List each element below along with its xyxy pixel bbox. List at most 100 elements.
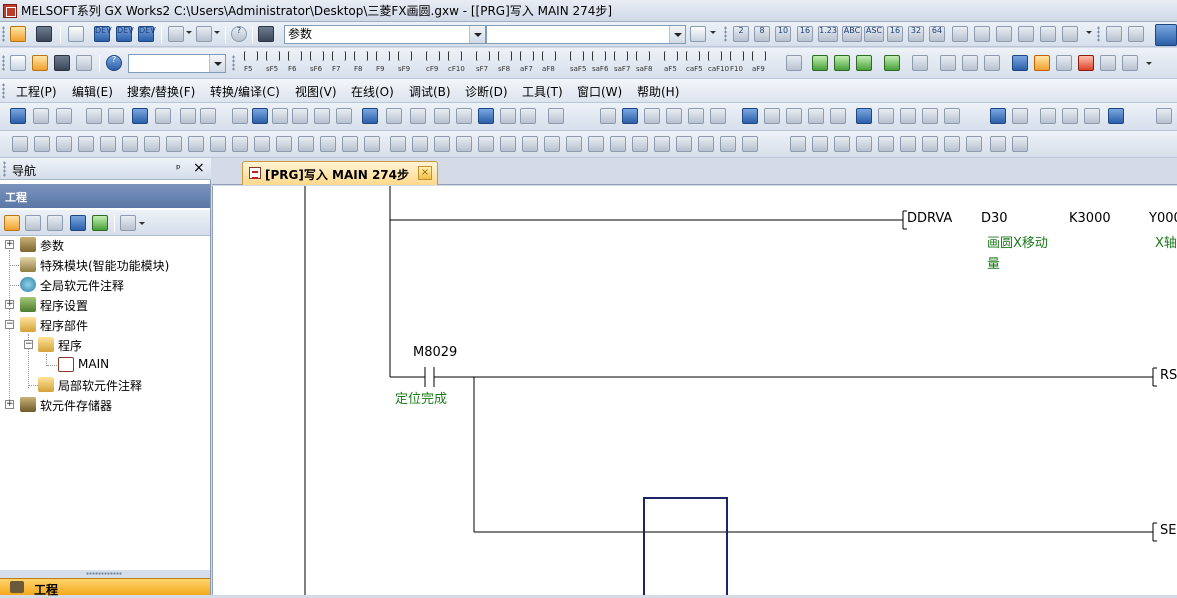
- ladder-draw-icon[interactable]: [390, 136, 406, 152]
- edit-tool-icon[interactable]: [410, 108, 426, 124]
- search-combo[interactable]: [128, 54, 226, 73]
- ladder-symbol-icon[interactable]: [686, 51, 700, 61]
- ladder-draw-icon[interactable]: [320, 136, 336, 152]
- tool-e-icon[interactable]: [1040, 26, 1056, 42]
- project-section-header[interactable]: 工程: [0, 184, 210, 208]
- edit-tool-icon[interactable]: [33, 108, 49, 124]
- edit-tool-icon[interactable]: [478, 108, 494, 124]
- edit-tool-icon[interactable]: [456, 108, 472, 124]
- project-bottom-tab[interactable]: 工程: [0, 578, 210, 597]
- ladder-draw-icon[interactable]: [342, 136, 358, 152]
- help-icon[interactable]: ?: [231, 26, 247, 42]
- tab-main-program[interactable]: [PRG]写入 MAIN 274步 ×: [242, 161, 438, 185]
- edit-tool-icon[interactable]: [900, 108, 916, 124]
- instruction-mnemonic[interactable]: DDRVA: [907, 211, 952, 226]
- ladder-draw-icon[interactable]: [544, 136, 560, 152]
- ladder-draw-icon[interactable]: [56, 136, 72, 152]
- ladder-symbol-icon[interactable]: [266, 51, 280, 61]
- ladder-draw-icon[interactable]: [12, 136, 28, 152]
- edit-tool-icon[interactable]: [252, 108, 268, 124]
- ladder-draw-icon[interactable]: [676, 136, 692, 152]
- tool-d-icon[interactable]: [1018, 26, 1034, 42]
- ladder-symbol-icon[interactable]: [752, 51, 766, 61]
- coil-rs-label[interactable]: RS: [1160, 368, 1177, 383]
- ladder-draw-icon[interactable]: [100, 136, 116, 152]
- edit-tool-icon[interactable]: [830, 108, 846, 124]
- decimal-10-icon[interactable]: 10: [775, 26, 791, 42]
- collapse-icon[interactable]: −: [24, 340, 33, 349]
- edit-tool-icon[interactable]: [742, 108, 758, 124]
- ladder-draw-icon[interactable]: [456, 136, 472, 152]
- edit-tool-icon[interactable]: [108, 108, 124, 124]
- ladder-draw-icon[interactable]: [34, 136, 50, 152]
- ladder-symbol-icon[interactable]: [592, 51, 606, 61]
- edit-tool-icon[interactable]: [434, 108, 450, 124]
- operand-y000[interactable]: Y000: [1149, 211, 1177, 226]
- edit-tool-icon[interactable]: [10, 108, 26, 124]
- ladder-symbol-icon[interactable]: [476, 51, 490, 61]
- ladder-draw-icon[interactable]: [790, 136, 806, 152]
- tool-a-icon[interactable]: [952, 26, 968, 42]
- save-icon[interactable]: [54, 55, 70, 71]
- edit-tool-icon[interactable]: [132, 108, 148, 124]
- edit-tool-icon[interactable]: [990, 108, 1006, 124]
- coil-se-label[interactable]: SE: [1160, 523, 1176, 538]
- ladder-draw-icon[interactable]: [966, 136, 982, 152]
- ladder-symbol-icon[interactable]: [498, 51, 512, 61]
- edit-tool-icon[interactable]: [1062, 108, 1078, 124]
- edit-tool-icon[interactable]: [710, 108, 726, 124]
- ladder-symbol-icon[interactable]: [426, 51, 440, 61]
- menu-convert-compile[interactable]: 转换/编译(C): [210, 83, 280, 100]
- ladder-symbol-icon[interactable]: [636, 51, 650, 61]
- 32bit-icon[interactable]: 32: [908, 26, 924, 42]
- dev-verify-icon[interactable]: DEV: [138, 26, 156, 42]
- ladder-draw-icon[interactable]: [78, 136, 94, 152]
- ladder-symbol-icon[interactable]: [614, 51, 628, 61]
- operand-d30[interactable]: D30: [981, 211, 1008, 226]
- ladder-tool-icon[interactable]: [786, 55, 802, 71]
- ladder-draw-icon[interactable]: [610, 136, 626, 152]
- find-device-icon[interactable]: [1056, 55, 1072, 71]
- ladder-symbol-icon[interactable]: [730, 51, 744, 61]
- chevron-down-icon[interactable]: [209, 55, 225, 72]
- copy-icon[interactable]: [25, 215, 41, 231]
- binoculars-icon[interactable]: [258, 26, 274, 42]
- octal-8-icon[interactable]: 8: [754, 26, 770, 42]
- asc-icon[interactable]: ASC: [864, 26, 884, 42]
- edit-tool-icon[interactable]: [520, 108, 536, 124]
- expand-icon[interactable]: +: [5, 400, 14, 409]
- close-icon[interactable]: ×: [193, 160, 205, 176]
- abc-icon[interactable]: ABC: [842, 26, 862, 42]
- watch-icon[interactable]: [196, 26, 212, 42]
- edit-tool-icon[interactable]: [1156, 108, 1172, 124]
- ladder-draw-icon[interactable]: [588, 136, 604, 152]
- pin-icon[interactable]: ᵖ: [176, 162, 181, 175]
- menu-project[interactable]: 工程(P): [16, 83, 57, 100]
- info-icon[interactable]: ?: [106, 55, 122, 71]
- write-mode-icon[interactable]: [1034, 55, 1050, 71]
- ladder-draw-icon[interactable]: [298, 136, 314, 152]
- ladder-draw-icon[interactable]: [210, 136, 226, 152]
- secondary-combo[interactable]: [486, 25, 686, 44]
- panel-splitter[interactable]: [0, 570, 210, 578]
- ladder-symbol-icon[interactable]: [542, 51, 556, 61]
- ladder-symbol-icon[interactable]: [354, 51, 368, 61]
- paste-icon[interactable]: [47, 215, 63, 231]
- 16bit-icon[interactable]: 16: [887, 26, 903, 42]
- compare-icon[interactable]: [1106, 26, 1122, 42]
- ladder-symbol-icon[interactable]: [310, 51, 324, 61]
- ladder-symbol-icon[interactable]: [244, 51, 258, 61]
- edit-tool-icon[interactable]: [314, 108, 330, 124]
- menu-tools[interactable]: 工具(T): [522, 83, 563, 100]
- edit-tool-icon[interactable]: [336, 108, 352, 124]
- ladder-draw-icon[interactable]: [500, 136, 516, 152]
- menu-edit[interactable]: 编辑(E): [72, 83, 113, 100]
- ladder-draw-icon[interactable]: [654, 136, 670, 152]
- menu-debug[interactable]: 调试(B): [409, 83, 451, 100]
- ladder-draw-icon[interactable]: [276, 136, 292, 152]
- edit-tool-icon[interactable]: [200, 108, 216, 124]
- ladder-draw-icon[interactable]: [856, 136, 872, 152]
- print-icon[interactable]: [76, 55, 92, 71]
- ladder-draw-icon[interactable]: [1012, 136, 1028, 152]
- monitor-mode-icon[interactable]: [1012, 55, 1028, 71]
